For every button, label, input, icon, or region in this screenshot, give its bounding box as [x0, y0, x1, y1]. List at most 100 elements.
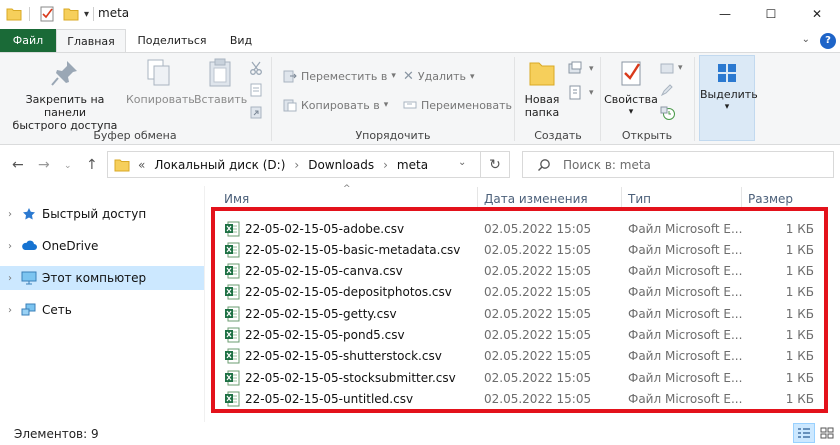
clipboard-group-label: Буфер обмена	[93, 129, 177, 142]
easy-access-icon[interactable]: ▾	[567, 85, 594, 101]
sidebar-item-network[interactable]: › Сеть	[0, 298, 204, 322]
select-button[interactable]: Выделить ▾	[699, 55, 758, 141]
select-dropdown-icon: ▾	[724, 102, 730, 112]
select-label: Выделить	[700, 88, 758, 101]
breadcrumb-downloads[interactable]: Downloads	[308, 158, 374, 172]
expand-chevron-icon[interactable]: ›	[0, 241, 20, 252]
new-item-icon[interactable]: ▾	[567, 61, 594, 77]
breadcrumb-separator[interactable]: ›	[294, 158, 299, 172]
address-dropdown-chevron-icon[interactable]: ⌄	[458, 157, 466, 168]
navigation-pane: › Быстрый доступ › OneDrive › Этот компь…	[0, 186, 204, 422]
search-placeholder: Поиск в: meta	[563, 158, 651, 172]
breadcrumb-drive[interactable]: Локальный диск (D:)	[154, 158, 285, 172]
open-icon[interactable]: ▾	[660, 61, 683, 75]
customize-quick-access-icon[interactable]: ▾	[84, 6, 89, 22]
rename-label: Переименовать	[421, 98, 513, 112]
close-button[interactable]: ✕	[794, 0, 840, 28]
delete-label: Удалить	[417, 70, 467, 83]
pin-quick-access-button[interactable]: Закрепить на панели быстрого доступа	[6, 57, 124, 132]
breadcrumb-meta[interactable]: meta	[397, 158, 428, 172]
properties-dropdown-icon: ▾	[628, 107, 634, 117]
cloud-icon	[20, 238, 38, 254]
network-icon	[20, 302, 38, 318]
pane-divider[interactable]	[204, 186, 205, 422]
search-input[interactable]: Поиск в: meta	[522, 151, 834, 178]
paste-icon	[206, 57, 234, 89]
minimize-button[interactable]: —	[702, 0, 748, 28]
new-folder-quick-access-icon[interactable]	[63, 6, 79, 22]
properties-button[interactable]: Свойства ▾	[603, 57, 659, 119]
open-group-label: Открыть	[621, 129, 673, 142]
sidebar-item-label: Быстрый доступ	[42, 207, 147, 221]
folder-icon	[6, 6, 22, 22]
expand-chevron-icon[interactable]: ›	[0, 209, 20, 220]
maximize-button[interactable]: ☐	[748, 0, 794, 28]
copy-path-icon[interactable]	[249, 83, 263, 97]
move-to-button[interactable]: Переместить в ▾	[283, 69, 396, 83]
large-icons-view-icon	[820, 427, 834, 439]
details-view-button[interactable]	[793, 423, 815, 443]
title-separator	[29, 7, 30, 21]
star-icon	[20, 206, 38, 222]
properties-check-icon	[617, 57, 645, 89]
cut-icon[interactable]	[249, 61, 263, 75]
forward-arrow-icon[interactable]: →	[38, 157, 50, 173]
ribbon-collapse-chevron-icon[interactable]: ⌄	[802, 34, 810, 45]
refresh-icon[interactable]: ↻	[480, 151, 510, 178]
expand-chevron-icon[interactable]: ›	[0, 305, 20, 316]
recent-locations-chevron-icon[interactable]: ⌄	[64, 161, 72, 171]
address-bar[interactable]: « Локальный диск (D:) › Downloads › meta…	[107, 151, 510, 178]
breadcrumb-overflow[interactable]: «	[138, 158, 145, 172]
edit-icon[interactable]	[660, 83, 674, 97]
computer-icon	[20, 270, 38, 286]
copy-icon	[145, 57, 173, 89]
properties-quick-access-icon[interactable]	[39, 6, 55, 22]
ribbon-separator	[694, 57, 695, 141]
move-to-label: Переместить в	[301, 69, 388, 83]
highlight-box	[211, 207, 828, 413]
paste-button[interactable]: Вставить	[194, 57, 248, 106]
status-bar: Элементов: 9	[0, 422, 840, 445]
sidebar-item-quick-access[interactable]: › Быстрый доступ	[0, 202, 204, 226]
rename-icon	[403, 101, 417, 109]
tab-file[interactable]: Файл	[0, 29, 56, 53]
delete-x-icon: ✕	[403, 69, 414, 84]
delete-button[interactable]: ✕ Удалить ▾	[403, 69, 475, 84]
help-icon[interactable]: ?	[820, 33, 836, 49]
sidebar-item-onedrive[interactable]: › OneDrive	[0, 234, 204, 258]
history-icon[interactable]	[660, 105, 676, 121]
copy-to-label: Копировать в	[301, 98, 380, 112]
tab-home[interactable]: Главная	[56, 29, 126, 53]
tab-share[interactable]: Поделиться	[130, 29, 214, 53]
paste-shortcut-icon[interactable]	[249, 105, 263, 119]
rename-button[interactable]: Переименовать	[403, 98, 512, 112]
large-icons-view-button[interactable]	[816, 423, 838, 443]
new-folder-icon	[527, 57, 557, 89]
address-folder-icon	[114, 158, 130, 175]
sidebar-item-label: OneDrive	[42, 239, 99, 253]
up-arrow-icon[interactable]: ↑	[86, 157, 98, 173]
new-folder-label-line-1: Новая	[524, 93, 560, 106]
copy-to-button[interactable]: Копировать в ▾	[283, 98, 388, 112]
title-bar: ▾ meta — ☐ ✕	[0, 0, 840, 28]
pin-icon	[49, 57, 81, 89]
window-title: meta	[98, 6, 130, 20]
tab-view[interactable]: Вид	[218, 29, 264, 53]
breadcrumb-separator[interactable]: ›	[383, 158, 388, 172]
sidebar-item-label: Этот компьютер	[42, 271, 147, 285]
sidebar-item-this-pc[interactable]: › Этот компьютер	[0, 266, 204, 290]
search-icon	[537, 158, 551, 175]
copy-button[interactable]: Копировать	[126, 57, 195, 106]
back-arrow-icon[interactable]: ←	[12, 157, 24, 173]
ribbon-separator	[514, 57, 515, 141]
new-folder-button[interactable]: Новая папка	[520, 57, 564, 119]
new-folder-label-line-2: папка	[524, 106, 560, 119]
paste-label: Вставить	[194, 93, 248, 106]
properties-label: Свойства	[604, 93, 658, 106]
copy-to-icon	[283, 99, 297, 112]
new-group-label: Создать	[534, 129, 582, 142]
sidebar-item-label: Сеть	[42, 303, 72, 317]
organize-group-label: Упорядочить	[355, 129, 431, 142]
expand-chevron-icon[interactable]: ›	[0, 273, 20, 284]
item-count: Элементов: 9	[14, 427, 99, 441]
